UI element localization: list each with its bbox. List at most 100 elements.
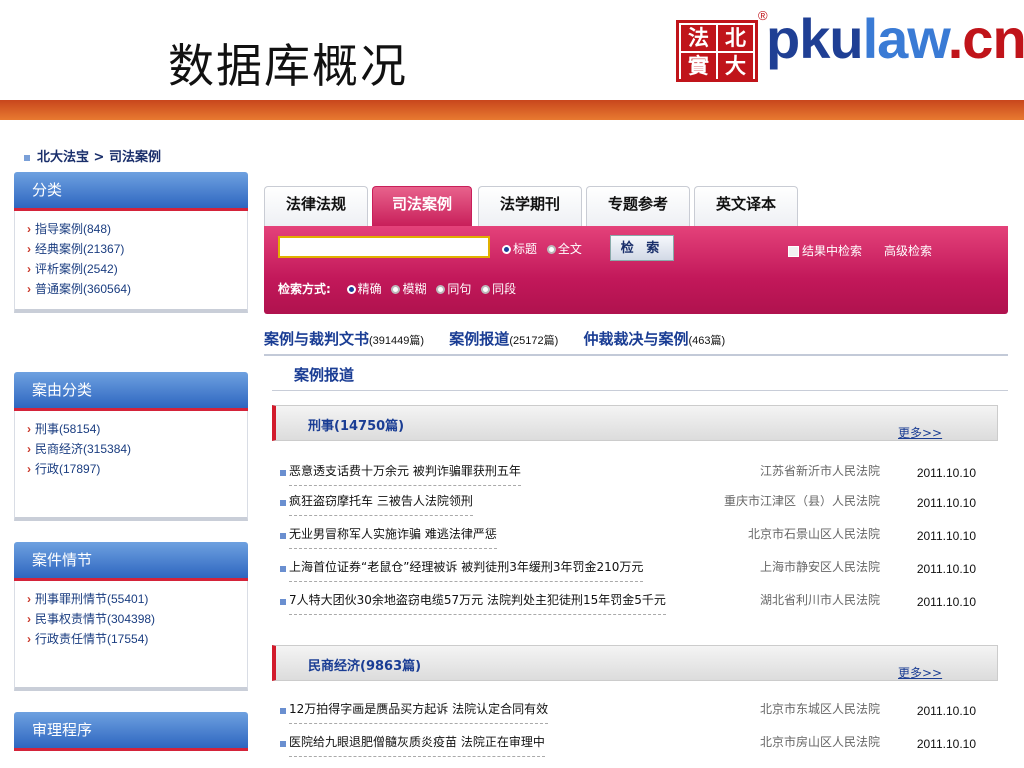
seal-char: 法: [681, 25, 716, 51]
sidebar-link[interactable]: 刑事(58154): [15, 419, 247, 439]
case-date: 2011.10.10: [916, 529, 976, 543]
case-court: 上海市静安区人民法院: [759, 560, 880, 574]
bullet-icon: [280, 500, 286, 506]
search-input[interactable]: [278, 236, 490, 258]
case-title[interactable]: 医院给九眼退肥僧髓灰质炎疫苗 法院正在审理中: [289, 733, 545, 757]
sidebar-link[interactable]: 行政(17897): [15, 459, 247, 479]
sidebar-panel-classification: 分类 指导案例(848) 经典案例(21367) 评析案例(2542) 普通案例…: [14, 172, 248, 313]
case-court: 湖北省利川市人民法院: [759, 593, 880, 607]
radio-fulltext[interactable]: [546, 245, 556, 254]
sidebar-panel-circumstances: 案件情节 刑事罪刑情节(55401) 民事权责情节(304398) 行政责任情节…: [14, 542, 248, 691]
sidebar-link[interactable]: 行政责任情节(17554): [15, 629, 247, 649]
tab-english[interactable]: 英文译本: [694, 186, 798, 226]
category-link[interactable]: 案例报道: [449, 330, 509, 348]
checkbox-icon[interactable]: [788, 246, 799, 257]
search-mode: 检索方式: 精确 模糊 同句 同段: [278, 282, 517, 296]
tab-laws[interactable]: 法律法规: [264, 186, 368, 226]
search-panel: 标题 全文 检 索 结果中检索 高级检索 检索方式: 精确 模糊 同句 同段: [264, 226, 1008, 314]
header-bar: [0, 100, 1024, 120]
panel-title: 审理程序: [14, 712, 248, 751]
sidebar-link[interactable]: 刑事罪刑情节(55401): [15, 589, 247, 609]
sidebar-link[interactable]: 普通案例(360564): [15, 279, 247, 299]
bullet-icon: [280, 741, 286, 747]
list-item[interactable]: 疯狂盗窃摩托车 三被告人法院领刑 重庆市江津区（县）人民法院 2011.10.10: [280, 492, 980, 522]
sidebar-panel-procedure: 审理程序: [14, 712, 248, 751]
seal-char: 大: [718, 53, 753, 79]
panel-title: 案件情节: [14, 542, 248, 581]
list-item[interactable]: 上海首位证券“老鼠仓”经理被诉 被判徒刑3年缓刑3年罚金210万元 上海市静安区人…: [280, 558, 980, 588]
brand-wordmark: pkulaw.cn: [766, 7, 1024, 70]
sidebar-panel-cause: 案由分类 刑事(58154) 民商经济(315384) 行政(17897): [14, 372, 248, 521]
list-item[interactable]: 12万拍得字画是赝品买方起诉 法院认定合同有效 北京市东城区人民法院 2011.10…: [280, 700, 980, 730]
category-link[interactable]: 案例与裁判文书: [264, 330, 369, 348]
bullet-icon: [280, 566, 286, 572]
sidebar-link[interactable]: 民商经济(315384): [15, 439, 247, 459]
bullet-icon: [280, 533, 286, 539]
bullet-icon: [280, 599, 286, 605]
category-count: (463篇): [688, 335, 726, 347]
mode-label: 检索方式:: [278, 282, 331, 296]
group-header-civil: 民商经济(9863篇) 更多>>: [272, 645, 998, 681]
breadcrumb-text[interactable]: 北大法宝 > 司法案例: [37, 150, 161, 165]
search-button[interactable]: 检 索: [610, 235, 674, 261]
group-header-criminal: 刑事(14750篇) 更多>>: [272, 405, 998, 441]
list-item[interactable]: 7人特大团伙30余地盗窃电缆57万元 法院判处主犯徒刑15年罚金5千元 湖北省利川…: [280, 591, 980, 621]
sidebar-link[interactable]: 指导案例(848): [15, 219, 247, 239]
case-categories: 案例与裁判文书(391449篇) 案例报道(25172篇) 仲裁裁决与案例(46…: [264, 328, 1008, 356]
case-date: 2011.10.10: [916, 562, 976, 576]
section-title: 案例报道: [294, 366, 355, 384]
bullet-icon: [280, 470, 286, 476]
case-court: 北京市石景山区人民法院: [747, 527, 880, 541]
sidebar-link[interactable]: 经典案例(21367): [15, 239, 247, 259]
seal-logo-icon: 法 北 實 大: [676, 20, 758, 82]
case-date: 2011.10.10: [916, 496, 976, 510]
case-title[interactable]: 疯狂盗窃摩托车 三被告人法院领刑: [289, 492, 473, 516]
case-court: 北京市房山区人民法院: [759, 735, 880, 749]
bullet-icon: [280, 708, 286, 714]
case-date: 2011.10.10: [916, 737, 976, 751]
seal-char: 北: [718, 25, 753, 51]
breadcrumb[interactable]: 北大法宝 > 司法案例: [24, 146, 161, 165]
list-item[interactable]: 医院给九眼退肥僧髓灰质炎疫苗 法院正在审理中 北京市房山区人民法院 2011.10.…: [280, 733, 980, 763]
tab-journals[interactable]: 法学期刊: [478, 186, 582, 226]
list-item[interactable]: 恶意透支话费十万余元 被判诈骗罪获刑五年 江苏省新沂市人民法院 2011.10.10: [280, 462, 980, 492]
divider: [272, 390, 1008, 391]
category-link[interactable]: 仲裁裁决与案例: [583, 330, 688, 348]
scope-title-label: 标题: [513, 242, 538, 256]
group-title: 民商经济(9863篇): [308, 659, 422, 674]
case-court: 江苏省新沂市人民法院: [759, 464, 880, 478]
case-date: 2011.10.10: [916, 704, 976, 718]
case-title[interactable]: 12万拍得字画是赝品买方起诉 法院认定合同有效: [289, 700, 549, 724]
radio-fuzzy[interactable]: [391, 285, 401, 294]
advanced-search-link[interactable]: 高级检索: [884, 242, 932, 259]
radio-same-sentence[interactable]: [436, 285, 446, 294]
search-scope: 标题 全文: [496, 240, 582, 257]
more-link[interactable]: 更多>>: [898, 424, 942, 441]
panel-title: 案由分类: [14, 372, 248, 411]
case-date: 2011.10.10: [916, 466, 976, 480]
category-count: (25172篇): [509, 335, 559, 347]
case-title[interactable]: 无业男冒称军人实施诈骗 难逃法律严惩: [289, 525, 497, 549]
case-court: 重庆市江津区（县）人民法院: [723, 494, 880, 508]
database-tabs: 法律法规 司法案例 法学期刊 专题参考 英文译本: [264, 186, 1008, 226]
radio-same-paragraph[interactable]: [481, 285, 491, 294]
bullet-icon: [24, 154, 30, 161]
sidebar-link[interactable]: 民事权责情节(304398): [15, 609, 247, 629]
pkulaw-logo: 法 北 實 大 ® pkulaw.cn: [676, 7, 1024, 84]
case-title[interactable]: 上海首位证券“老鼠仓”经理被诉 被判徒刑3年缓刑3年罚金210万元: [289, 558, 644, 582]
scope-full-label: 全文: [557, 242, 582, 256]
category-count: (391449篇): [369, 335, 425, 347]
case-title[interactable]: 恶意透支话费十万余元 被判诈骗罪获刑五年: [289, 462, 521, 486]
radio-exact[interactable]: [346, 285, 356, 294]
list-item[interactable]: 无业男冒称军人实施诈骗 难逃法律严惩 北京市石景山区人民法院 2011.10.10: [280, 525, 980, 555]
radio-title[interactable]: [502, 245, 511, 254]
sidebar-link[interactable]: 评析案例(2542): [15, 259, 247, 279]
case-title[interactable]: 7人特大团伙30余地盗窃电缆57万元 法院判处主犯徒刑15年罚金5千元: [289, 591, 666, 615]
seal-char: 實: [681, 53, 716, 79]
tab-topics[interactable]: 专题参考: [586, 186, 690, 226]
search-in-results[interactable]: 结果中检索: [788, 242, 862, 259]
slide-title: 数据库概况: [168, 39, 408, 93]
panel-title: 分类: [14, 172, 248, 211]
more-link[interactable]: 更多>>: [898, 664, 942, 681]
tab-cases[interactable]: 司法案例: [372, 186, 472, 226]
